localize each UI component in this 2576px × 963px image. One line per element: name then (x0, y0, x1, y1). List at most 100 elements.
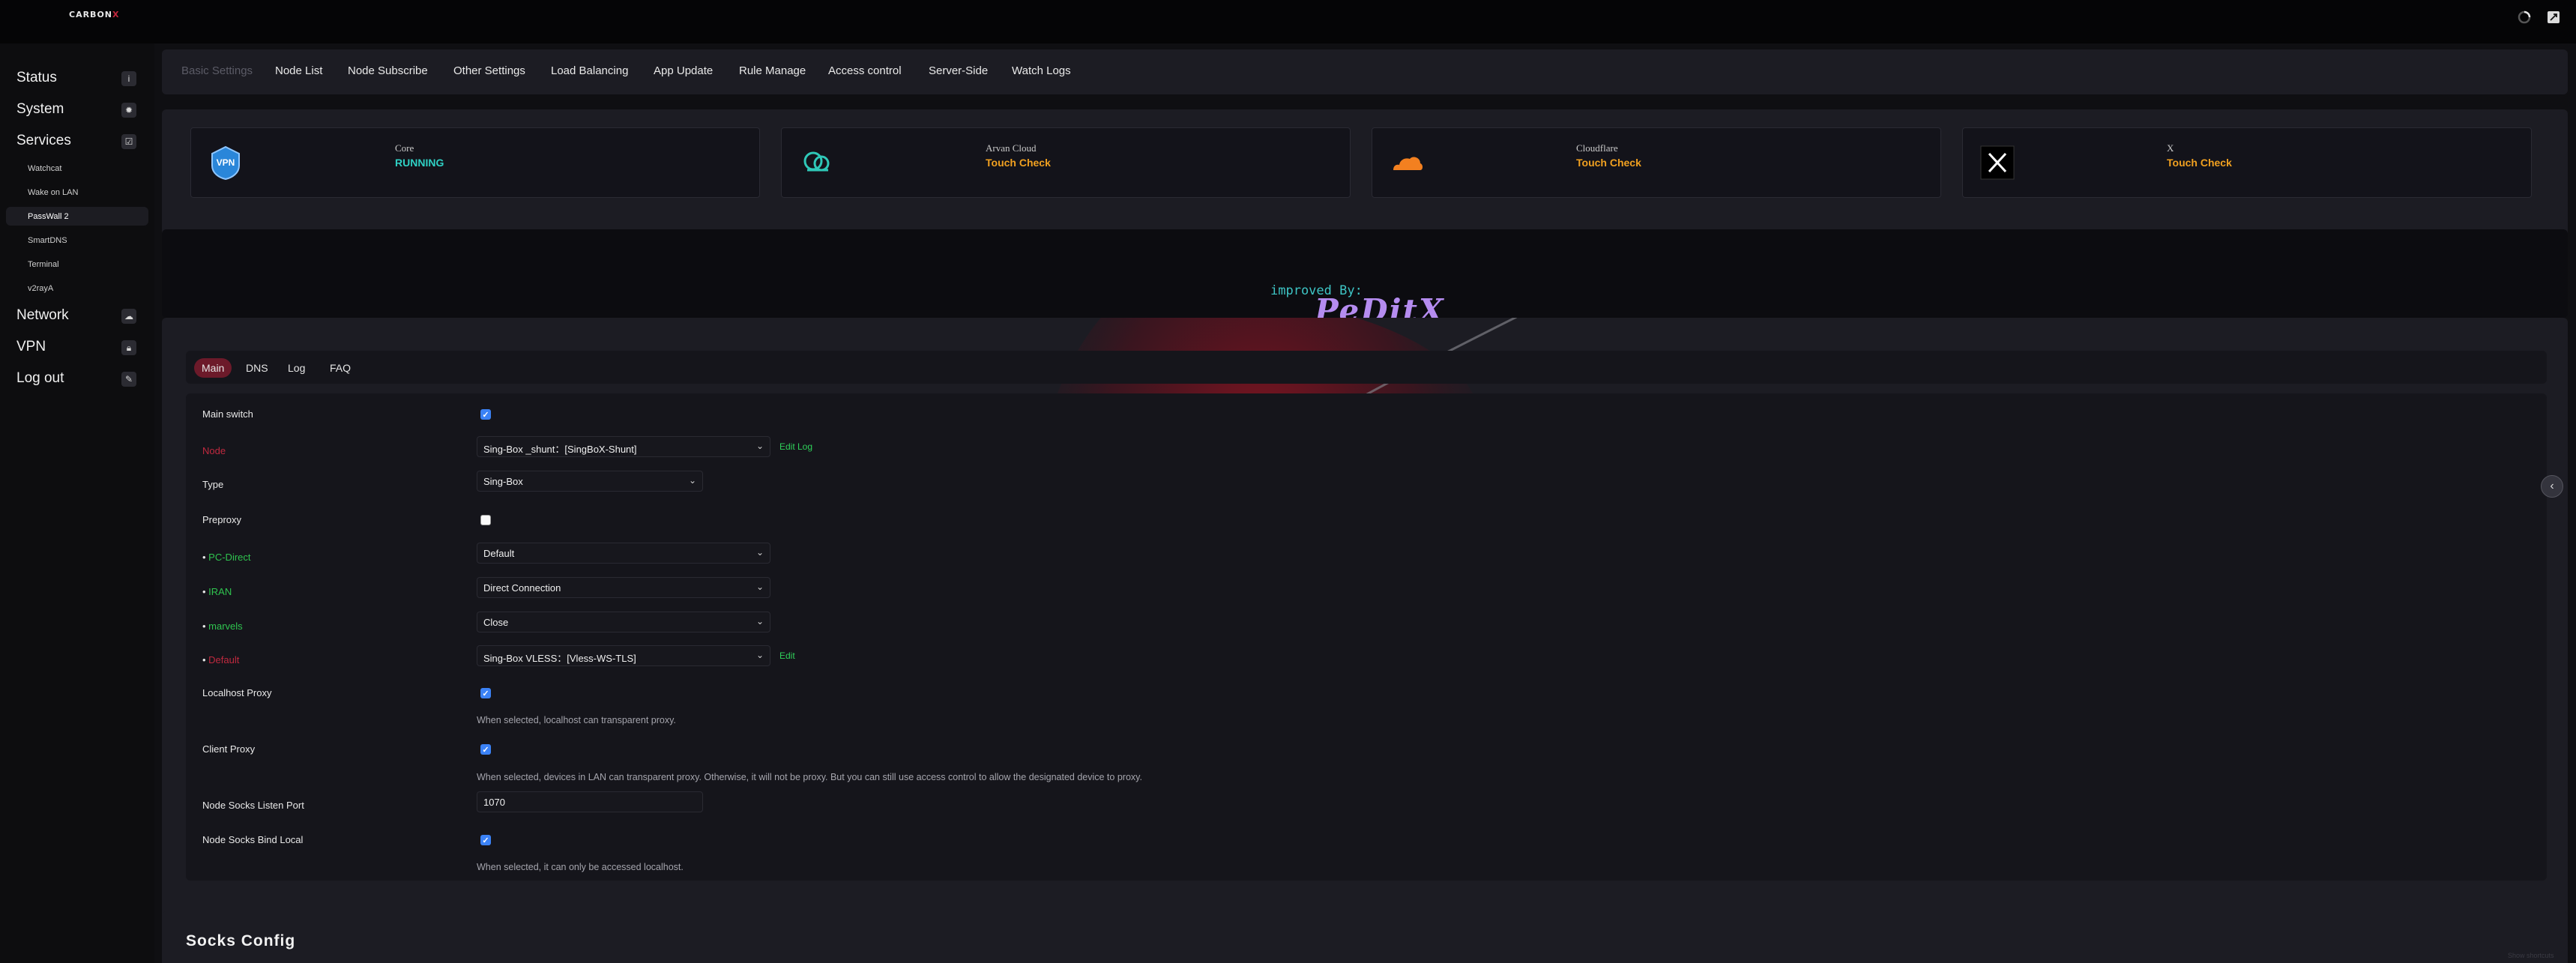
status-card-label: Arvan Cloud (986, 142, 1037, 154)
tab-access-control[interactable]: Access control (828, 64, 902, 77)
sidebar-subitem-watchcat[interactable]: Watchcat (6, 159, 148, 178)
logo[interactable]: CARBONX (69, 10, 119, 19)
chevron-left-icon: ‹ (2550, 480, 2554, 492)
pc-direct-label: • PC-Direct (202, 552, 251, 563)
socks-config-section: Socks Config (162, 911, 2568, 963)
checkbox-icon: ☑ (121, 134, 136, 149)
status-card-cloudflare[interactable]: Cloudflare Touch Check (1372, 127, 1941, 198)
chevron-down-icon: ⌄ (755, 547, 764, 558)
chevron-down-icon: ⌄ (755, 650, 764, 660)
socks-bind-local-hint: When selected, it can only be accessed l… (477, 862, 684, 872)
default-edit-link[interactable]: Edit (779, 650, 795, 661)
node-select[interactable]: Sing-Box _shunt：[SingBoX-Shunt] ⌄ (477, 436, 770, 457)
section-title: Socks Config (186, 932, 296, 950)
type-label: Type (202, 479, 224, 490)
sidebar-subitem-v2raya[interactable]: v2rayA (6, 279, 148, 298)
sidebar: Status i System ✹ Services ☑ Watchcat Wake … (0, 43, 154, 963)
sidebar-item-logout[interactable]: Log out ✎ (0, 364, 147, 393)
localhost-proxy-hint: When selected, localhost can transparent… (477, 715, 676, 725)
tab-basic-settings[interactable]: Basic Settings (181, 64, 253, 77)
cloudflare-icon (1389, 145, 1425, 181)
status-card-value[interactable]: Touch Check (986, 157, 1051, 169)
sidebar-item-label: VPN (16, 339, 46, 354)
sidebar-item-network[interactable]: Network ☁ (0, 301, 147, 330)
loading-icon (2515, 8, 2533, 26)
marvels-label: • marvels (202, 621, 243, 632)
fullscreen-icon[interactable] (2545, 8, 2563, 26)
status-card-label: Cloudflare (1576, 142, 1618, 154)
cloud-upload-icon: ☁ (121, 309, 136, 324)
status-card-label: Core (395, 142, 414, 154)
chevron-down-icon: ⌄ (688, 475, 696, 486)
sidebar-item-system[interactable]: System ✹ (0, 95, 147, 124)
socks-bind-local-checkbox[interactable]: ✓ (480, 835, 491, 845)
sidebar-item-label: Network (16, 307, 69, 323)
shortcuts-hint: Show shortcuts (2508, 952, 2554, 959)
sidebar-item-services[interactable]: Services ☑ (0, 127, 147, 155)
collapse-sidebar-button[interactable]: ‹ (2541, 475, 2563, 498)
tab-server-side[interactable]: Server-Side (929, 64, 988, 77)
sidebar-subitem-smartdns[interactable]: SmartDNS (6, 231, 148, 250)
status-card-label: X (2167, 142, 2174, 154)
subtab-main[interactable]: Main (194, 358, 232, 378)
default-select[interactable]: Sing-Box VLESS：[Vless-WS-TLS] ⌄ (477, 645, 770, 666)
socks-bind-local-label: Node Socks Bind Local (202, 834, 304, 845)
svg-text:VPN: VPN (217, 157, 235, 168)
default-label: • Default (202, 654, 240, 665)
preproxy-checkbox[interactable] (480, 515, 491, 525)
chevron-down-icon: ⌄ (755, 616, 764, 627)
tab-watch-logs[interactable]: Watch Logs (1012, 64, 1071, 77)
sidebar-item-label: System (16, 101, 64, 117)
sidebar-item-status[interactable]: Status i (0, 64, 147, 92)
top-bar: CARBONX (0, 0, 2576, 43)
tab-node-list[interactable]: Node List (275, 64, 322, 77)
client-proxy-checkbox[interactable]: ✓ (480, 744, 491, 755)
subtab-faq[interactable]: FAQ (322, 358, 358, 378)
type-select[interactable]: Sing-Box ⌄ (477, 471, 703, 492)
node-log-link[interactable]: Log (797, 441, 812, 452)
marvels-select[interactable]: Close ⌄ (477, 612, 770, 633)
tab-node-subscribe[interactable]: Node Subscribe (348, 64, 428, 77)
main-content: Basic Settings Node List Node Subscribe … (154, 43, 2576, 963)
node-edit-link[interactable]: Edit (779, 441, 795, 452)
banner: improved By: PeDitX (162, 229, 2568, 329)
status-card-value[interactable]: Touch Check (1576, 157, 1641, 169)
pc-direct-select[interactable]: Default ⌄ (477, 543, 770, 564)
lock-icon: 🔒︎ (121, 340, 136, 355)
tab-app-update[interactable]: App Update (654, 64, 713, 77)
gear-icon: ✹ (121, 103, 136, 118)
chevron-down-icon: ⌄ (755, 582, 764, 592)
status-card-core[interactable]: VPN Core RUNNING (190, 127, 760, 198)
status-card-x[interactable]: X Touch Check (1962, 127, 2532, 198)
socks-port-input[interactable]: 1070 (477, 791, 703, 812)
tab-load-balancing[interactable]: Load Balancing (551, 64, 628, 77)
sidebar-subitem-passwall2[interactable]: PassWall 2 (6, 207, 148, 226)
localhost-proxy-label: Localhost Proxy (202, 687, 272, 698)
localhost-proxy-checkbox[interactable]: ✓ (480, 688, 491, 698)
socks-port-label: Node Socks Listen Port (202, 800, 304, 811)
info-icon: i (121, 71, 136, 86)
sub-tab-bar: Main DNS Log FAQ (186, 351, 2547, 384)
subtab-log[interactable]: Log (280, 358, 313, 378)
edit-icon: ✎ (121, 372, 136, 387)
sidebar-item-label: Services (16, 133, 71, 148)
chevron-down-icon: ⌄ (755, 441, 764, 451)
main-switch-checkbox[interactable]: ✓ (480, 409, 491, 420)
subtab-dns[interactable]: DNS (238, 358, 276, 378)
sidebar-subitem-wake-on-lan[interactable]: Wake on LAN (6, 183, 148, 202)
main-switch-label: Main switch (202, 408, 253, 420)
sidebar-subitem-terminal[interactable]: Terminal (6, 255, 148, 274)
iran-select[interactable]: Direct Connection ⌄ (477, 577, 770, 598)
status-card-arvan[interactable]: Arvan Cloud Touch Check (781, 127, 1351, 198)
sidebar-item-vpn[interactable]: VPN 🔒︎ (0, 333, 147, 361)
preproxy-label: Preproxy (202, 514, 242, 525)
tab-other-settings[interactable]: Other Settings (453, 64, 525, 77)
status-card-value[interactable]: Touch Check (2167, 157, 2232, 169)
node-label: Node (202, 445, 226, 456)
client-proxy-hint: When selected, devices in LAN can transp… (477, 772, 1142, 782)
x-logo-icon (1979, 145, 2015, 181)
top-tab-bar: Basic Settings Node List Node Subscribe … (162, 49, 2568, 94)
sidebar-item-label: Log out (16, 370, 64, 386)
arvan-cloud-icon (798, 145, 834, 181)
tab-rule-manage[interactable]: Rule Manage (739, 64, 806, 77)
